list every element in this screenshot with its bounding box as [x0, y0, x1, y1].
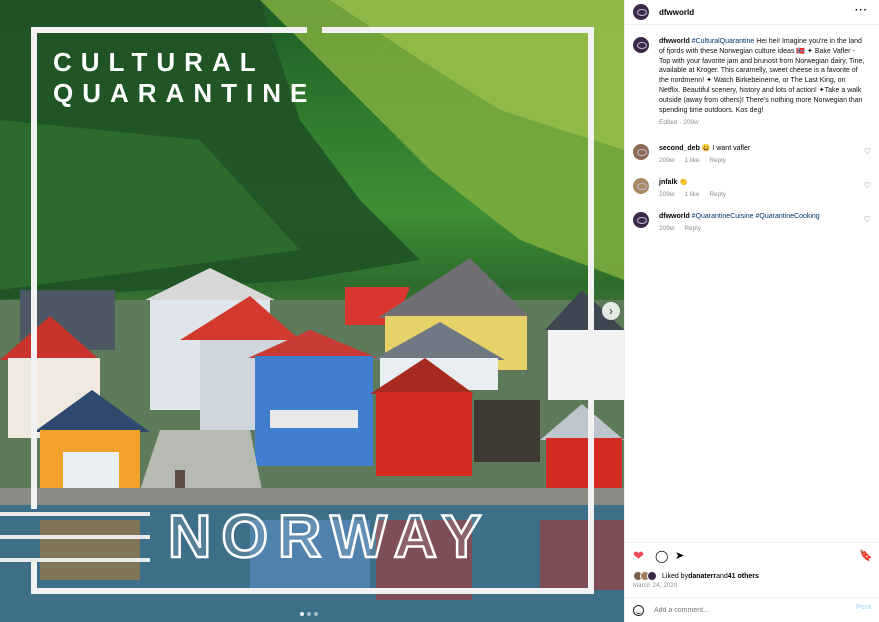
comment-like-icon[interactable]: ♡ [864, 147, 871, 156]
likes-user[interactable]: danaterr [688, 573, 716, 580]
decor-stripe [0, 535, 150, 539]
carousel-next-button[interactable]: › [602, 302, 620, 320]
caption-edited-meta: Edited · 209w [659, 119, 699, 127]
avatar[interactable] [633, 144, 649, 160]
comment-meta: 209w Reply [659, 224, 859, 233]
comment-body: jnfalk 👏 209w 1 like Reply [659, 178, 859, 199]
decor-stripe [0, 512, 150, 516]
comment-reply-button[interactable]: Reply [709, 191, 726, 198]
comment-icon[interactable]: ◯ [655, 548, 668, 564]
comment-likes[interactable]: 1 like [684, 191, 699, 198]
more-options-icon[interactable]: ··· [855, 5, 868, 16]
caption-text: Hei hei! Imagine you're in the land of f… [659, 38, 865, 114]
comment-meta: 209w 1 like Reply [659, 156, 859, 165]
frame-line [31, 588, 594, 594]
comment-likes[interactable]: 1 like [684, 157, 699, 164]
carousel-dot [314, 612, 318, 616]
frame-line [31, 27, 37, 509]
image-title-line2: QUARANTINE [53, 78, 317, 108]
avatar[interactable] [633, 4, 649, 20]
post-date: March 24, 2020 [633, 583, 678, 589]
comment-hashtags[interactable]: #QuarantineCuisine #QuarantineCooking [692, 213, 820, 220]
share-icon[interactable]: ➤ [675, 548, 684, 564]
comment-like-icon[interactable]: ♡ [864, 181, 871, 190]
emoji-icon[interactable] [633, 604, 644, 616]
image-title-line1: CULTURAL [53, 47, 265, 77]
add-comment-row: Post [633, 603, 873, 617]
image-big-word: NORWAY [167, 502, 492, 572]
comment-age: 209w [659, 191, 675, 198]
divider [625, 597, 879, 598]
likes-mid: and [716, 572, 728, 580]
comment-reply-button[interactable]: Reply [709, 157, 726, 164]
frame-line [322, 27, 594, 33]
comment-meta: 209w 1 like Reply [659, 190, 859, 199]
likes-prefix: Liked by [662, 572, 689, 580]
carousel-dots [300, 612, 318, 616]
action-bar: ❤ ◯ ➤ 🔖 [633, 548, 873, 564]
likes-others[interactable]: 41 others [728, 573, 759, 580]
add-comment-input[interactable] [654, 606, 844, 614]
comment-body: dfwworld #QuarantineCuisine #QuarantineC… [659, 212, 859, 233]
decor-stripe [0, 558, 150, 562]
comment-reply-button[interactable]: Reply [684, 225, 701, 232]
header-username[interactable]: dfwworld [659, 8, 694, 17]
post-header: dfwworld ··· [633, 4, 872, 20]
post-comment-button[interactable]: Post [856, 604, 871, 611]
caption-hashtag[interactable]: #CulturalQuarantine [692, 38, 755, 45]
comment-item: dfwworld #QuarantineCuisine #QuarantineC… [633, 212, 877, 233]
caption-body: dfwworld #CulturalQuarantine Hei hei! Im… [659, 37, 865, 128]
comment-username[interactable]: second_deb [659, 145, 700, 152]
comment-age: 209w [659, 225, 675, 232]
comment-item: jnfalk 👏 209w 1 like Reply ♡ [633, 178, 877, 199]
likes-summary: Liked by danaterr and 41 others [633, 571, 759, 581]
caption-username[interactable]: dfwworld [659, 38, 690, 45]
comment-age: 209w [659, 157, 675, 164]
comment-username[interactable]: jnfalk [659, 179, 677, 186]
divider [625, 24, 879, 25]
like-heart-icon[interactable]: ❤ [633, 548, 644, 564]
carousel-dot [300, 612, 304, 616]
frame-line [31, 27, 307, 33]
comment-like-icon[interactable]: ♡ [864, 215, 871, 224]
save-bookmark-icon[interactable]: 🔖 [859, 548, 873, 564]
avatar[interactable] [633, 212, 649, 228]
comment-username[interactable]: dfwworld [659, 213, 690, 220]
divider [625, 542, 879, 543]
comment-body: second_deb 😀 I want vafler 209w 1 like R… [659, 144, 859, 165]
avatar[interactable] [633, 37, 649, 53]
post-caption: dfwworld #CulturalQuarantine Hei hei! Im… [633, 37, 873, 128]
comment-item: second_deb 😀 I want vafler 209w 1 like R… [633, 144, 877, 165]
comment-text: 😀 I want vafler [699, 145, 751, 152]
frame-line [588, 27, 594, 593]
avatar[interactable] [633, 178, 649, 194]
avatar [647, 571, 657, 581]
post-image[interactable]: CULTURAL QUARANTINE NORWAY › [0, 0, 624, 622]
carousel-dot [307, 612, 311, 616]
comment-text: 👏 [677, 179, 688, 186]
post-side-panel: dfwworld ··· dfwworld #CulturalQuarantin… [624, 0, 879, 622]
liker-avatars [633, 571, 657, 581]
